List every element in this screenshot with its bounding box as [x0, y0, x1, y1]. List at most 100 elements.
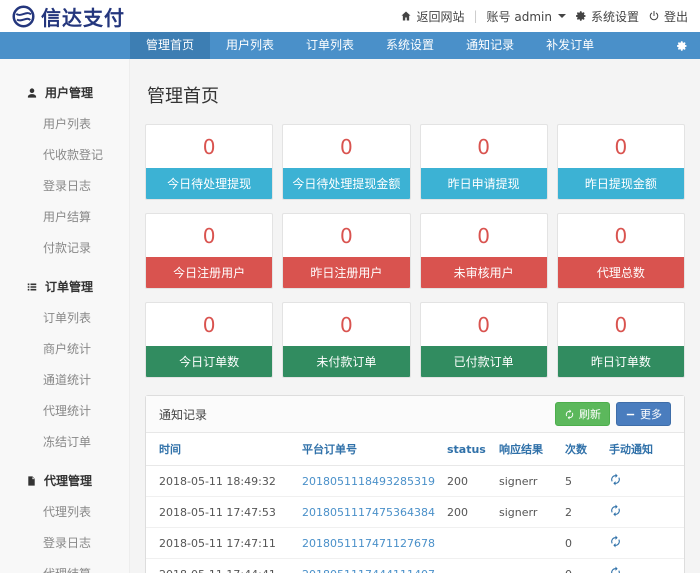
stat-value: 0	[340, 224, 353, 248]
cell-order: 2018051117475364384	[296, 496, 441, 528]
cell-result: signerr	[492, 496, 559, 528]
list-icon	[27, 283, 37, 290]
cell-time: 2018-05-11 17:47:11	[146, 527, 296, 559]
sidebar-item-channel-stats[interactable]: 通道统计	[0, 364, 129, 395]
tab-reissue-orders[interactable]: 补发订单	[530, 32, 610, 59]
cell-manual	[602, 465, 684, 497]
cell-status: 200	[440, 465, 493, 497]
stat-value: 0	[202, 224, 216, 248]
sidebar-item-login-log[interactable]: 登录日志	[0, 170, 129, 201]
account-label: 账号 admin	[486, 9, 552, 24]
sidebar-section-title: 用户管理	[0, 77, 129, 108]
stat-value: 0	[477, 135, 490, 159]
stat-value: 0	[340, 313, 353, 337]
cell-status: 200	[440, 496, 493, 528]
nav-tabs: 管理首页 用户列表 订单列表 系统设置 通知记录 补发订单	[130, 32, 610, 59]
stat-label: 昨日订单数	[557, 346, 684, 377]
logout-label: 登出	[663, 9, 688, 24]
tab-notice-records[interactable]: 通知记录	[450, 32, 530, 59]
tab-user-list[interactable]: 用户列表	[210, 32, 290, 59]
col-header-result: 响应结果	[492, 433, 559, 466]
more-label: 更多	[640, 408, 662, 421]
system-settings-label: 系统设置	[590, 9, 639, 24]
cell-manual	[602, 527, 684, 559]
power-icon	[649, 11, 659, 21]
sidebar-item-payment-records[interactable]: 付款记录	[0, 232, 129, 263]
page-title: 管理首页	[147, 86, 219, 107]
stat-label: 已付款订单	[420, 346, 547, 377]
logo-icon	[12, 4, 35, 28]
stat-value: 0	[614, 135, 628, 159]
stat-value: 0	[477, 313, 490, 337]
sidebar-item-agent-stats[interactable]: 代理统计	[0, 395, 129, 426]
brand-logo-link[interactable]: 信达支付	[12, 2, 125, 31]
stat-label: 今日待处理提现金额	[283, 168, 410, 199]
table-header-row: 时间 平台订单号 status 响应结果 次数 手动通知	[146, 433, 684, 466]
stat-value: 0	[202, 135, 216, 159]
refresh-button[interactable]: 刷新	[555, 402, 610, 426]
brand-name: 信达支付	[41, 5, 125, 30]
table-row: 2018-05-11 17:47:53 2018051117475364384 …	[146, 496, 684, 528]
order-link[interactable]: 2018051117471127678	[302, 537, 435, 550]
notice-panel-title: 通知记录	[159, 407, 208, 422]
section-label: 订单管理	[45, 280, 94, 294]
order-link[interactable]: 2018051117475364384	[302, 506, 435, 519]
sidebar-item-order-list[interactable]: 订单列表	[0, 302, 129, 333]
tab-order-list[interactable]: 订单列表	[290, 32, 370, 59]
cell-result	[492, 527, 559, 559]
tab-system-settings[interactable]: 系统设置	[370, 32, 450, 59]
cell-result: signerr	[492, 465, 559, 497]
cell-count: 0	[558, 558, 603, 573]
tab-admin-home[interactable]: 管理首页	[130, 32, 211, 59]
sidebar-item-merchant-stats[interactable]: 商户统计	[0, 333, 129, 364]
sidebar-item-user-list[interactable]: 用户列表	[0, 108, 129, 139]
sidebar-item-agent-login-log[interactable]: 登录日志	[0, 527, 129, 558]
manual-notify-refresh-icon[interactable]	[609, 473, 622, 489]
cell-order: 2018051117471127678	[296, 527, 441, 559]
manual-notify-refresh-icon[interactable]	[609, 535, 622, 551]
stat-card: 0 今日待处理提现金额	[282, 124, 411, 200]
stat-card: 0 昨日申请提现	[419, 124, 548, 200]
manual-notify-refresh-icon[interactable]	[609, 566, 622, 573]
system-settings-link[interactable]: 系统设置	[575, 8, 639, 25]
table-row: 2018-05-11 17:44:41 2018051117444111407 …	[146, 558, 684, 573]
back-to-site-link[interactable]: 返回网站	[400, 8, 465, 25]
col-header-order: 平台订单号	[296, 433, 441, 466]
stat-value: 0	[202, 313, 216, 337]
stat-card: 0 昨日提现金额	[556, 124, 685, 200]
stat-cards-grid: 0 今日待处理提现 0 今日待处理提现金额 0 昨日申请提现 0 昨日提现金额 …	[145, 124, 685, 378]
navbar-gear-button[interactable]	[664, 32, 700, 59]
sidebar-section-title: 订单管理	[0, 271, 129, 302]
cell-order: 2018051117444111407	[296, 558, 441, 573]
stat-card: 0 今日注册用户	[145, 213, 274, 289]
main-content: 管理首页 0 今日待处理提现 0 今日待处理提现金额 0 昨日申请提现 0 昨日…	[130, 59, 700, 573]
stat-card: 0 代理总数	[556, 213, 685, 289]
sidebar-item-agent-list[interactable]: 代理列表	[0, 496, 129, 527]
col-header-count: 次数	[558, 433, 603, 466]
stat-label: 昨日申请提现	[420, 168, 547, 199]
sidebar-section-agents: 代理管理 代理列表 登录日志 代理结算 付款记录	[0, 465, 129, 573]
cell-manual	[602, 496, 684, 528]
account-menu[interactable]: 账号 admin	[487, 8, 566, 25]
stat-value: 0	[614, 313, 628, 337]
cell-status	[440, 527, 493, 559]
sidebar-item-frozen-orders[interactable]: 冻结订单	[0, 426, 129, 457]
order-link[interactable]: 2018051117444111407	[302, 568, 435, 573]
stat-card: 0 未审核用户	[419, 213, 548, 289]
minus-icon	[626, 413, 635, 415]
more-button[interactable]: 更多	[616, 402, 671, 426]
file-icon	[28, 475, 35, 486]
top-menu: 返回网站 | 账号 admin 系统设置 登出	[400, 8, 688, 25]
logout-link[interactable]: 登出	[648, 8, 688, 25]
col-header-manual: 手动通知	[602, 433, 684, 466]
order-link[interactable]: 2018051118493285319	[302, 475, 435, 488]
stat-label: 未付款订单	[283, 346, 410, 377]
refresh-label: 刷新	[579, 408, 601, 421]
sidebar-item-collection-reg[interactable]: 代收款登记	[0, 139, 129, 170]
manual-notify-refresh-icon[interactable]	[609, 504, 622, 520]
sidebar-item-agent-settlement[interactable]: 代理结算	[0, 558, 129, 573]
navbar: 管理首页 用户列表 订单列表 系统设置 通知记录 补发订单	[0, 32, 700, 59]
stat-label: 今日订单数	[146, 346, 273, 377]
sidebar-item-user-settlement[interactable]: 用户结算	[0, 201, 129, 232]
stat-label: 昨日注册用户	[283, 257, 410, 288]
